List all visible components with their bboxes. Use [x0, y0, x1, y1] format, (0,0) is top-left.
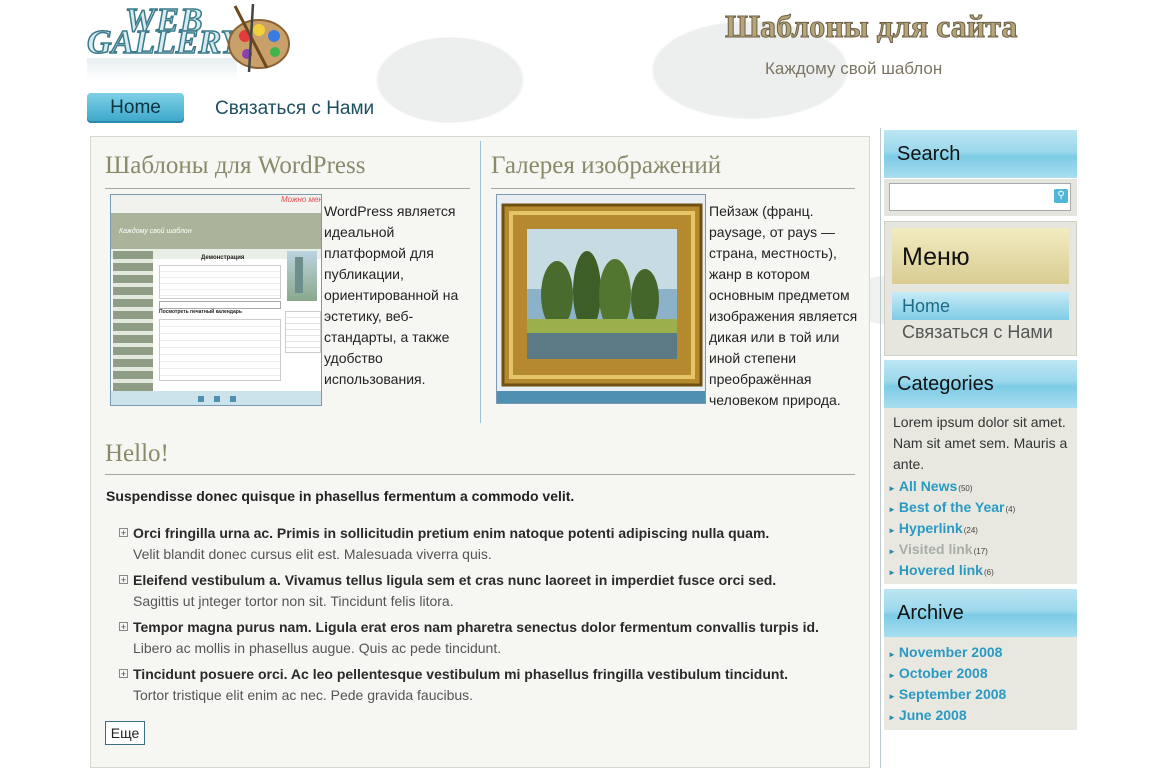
thumbnail-table-title: Демонстрация [201, 255, 245, 261]
archive-link[interactable]: ► September 2008 [888, 686, 1006, 702]
more-button[interactable]: Еще [105, 721, 145, 745]
plus-box-icon: + [119, 622, 128, 632]
nav-home-tab[interactable]: Home [87, 93, 184, 123]
archive-link[interactable]: ► October 2008 [888, 665, 988, 681]
category-link[interactable]: ► Best of the Year(4) [888, 499, 1015, 515]
gallery-slider-dots[interactable] [582, 393, 620, 399]
list-item-heading: Eleifend vestibulum a. Vivamus tellus li… [133, 572, 777, 588]
site-slogan: Каждому свой шаблон [765, 59, 943, 78]
arrow-right-icon: ► [888, 671, 896, 680]
gallery-description: Пейзаж (франц. paysage, от pays — страна… [709, 203, 858, 408]
menu-heading: Меню [892, 228, 1069, 284]
wordpress-slider-dots[interactable] [198, 396, 236, 402]
arrow-right-icon: ► [888, 713, 896, 722]
thumbnail-calendar-title: Посмотреть печатный календарь [159, 309, 242, 315]
search-icon[interactable]: ⚲ [1054, 189, 1068, 203]
archive-heading: Archive [884, 589, 1077, 637]
archive-link[interactable]: ► November 2008 [888, 644, 1002, 660]
arrow-right-icon: ► [888, 484, 896, 493]
arrow-right-icon: ► [888, 505, 896, 514]
palette-icon [228, 3, 290, 73]
arrow-right-icon: ► [888, 692, 896, 701]
sidebar-menu-home[interactable]: Home [892, 292, 1069, 320]
logo-reflection [87, 58, 237, 80]
plus-box-icon: + [119, 669, 128, 679]
hello-title-rule [105, 474, 855, 475]
arrow-right-icon: ► [888, 650, 896, 659]
thumbnail-handwritten-note: Можно менять [281, 195, 322, 204]
gallery-title-rule [491, 188, 855, 189]
thumbnail-header-text: Каждому свой шаблон [119, 228, 192, 235]
site-logo[interactable]: WEB GALLERY [86, 1, 299, 82]
wordpress-template-thumbnail[interactable]: Можно менять Каждому свой шаблон Демонст… [110, 194, 322, 406]
arrow-right-icon: ► [888, 568, 896, 577]
archive-link[interactable]: ► June 2008 [888, 707, 967, 723]
plus-box-icon: + [119, 528, 128, 538]
search-heading: Search [884, 130, 1077, 178]
sidebar-menu-contact[interactable]: Связаться с Нами [902, 322, 1053, 343]
category-link[interactable]: ► All News(50) [888, 478, 973, 494]
plus-box-icon: + [119, 575, 128, 585]
sidebar-divider [880, 128, 881, 768]
category-link[interactable]: ► Hyperlink(24) [888, 520, 978, 536]
gallery-painting-image[interactable] [496, 194, 706, 404]
logo-text-gallery: GALLERY [86, 23, 242, 62]
categories-heading: Categories [884, 360, 1077, 408]
list-item-subtext: Tortor tristique elit enim ac nec. Pede … [133, 687, 474, 703]
wordpress-title[interactable]: Шаблоны для WordPress [105, 152, 365, 180]
list-item-heading: Tempor magna purus nam. Ligula erat eros… [133, 619, 819, 635]
category-link[interactable]: ► Visited link(17) [888, 541, 988, 557]
column-divider [480, 141, 481, 423]
wordpress-title-rule [105, 188, 470, 189]
arrow-right-icon: ► [888, 526, 896, 535]
list-item-subtext: Libero ac mollis in phasellus augue. Qui… [133, 640, 502, 656]
categories-description: Lorem ipsum dolor sit amet. Nam sit amet… [893, 414, 1068, 472]
search-input[interactable] [889, 183, 1071, 211]
gallery-title[interactable]: Галерея изображений [491, 152, 721, 180]
framed-painting-illustration [497, 195, 705, 403]
list-item-subtext: Velit blandit donec cursus elit est. Mal… [133, 546, 492, 562]
list-item-heading: Orci fringilla urna ac. Primis in sollic… [133, 525, 770, 541]
hello-intro: Suspendisse donec quisque in phasellus f… [106, 488, 575, 504]
category-link[interactable]: ► Hovered link(6) [888, 562, 994, 578]
wordpress-description: WordPress является идеальной платформой … [324, 203, 459, 387]
nav-contact-tab[interactable]: Связаться с Нами [215, 94, 374, 124]
arrow-right-icon: ► [888, 547, 896, 556]
hello-title[interactable]: Hello! [105, 440, 169, 468]
list-item-subtext: Sagittis ut jnteger tortor non sit. Tinc… [133, 593, 454, 609]
site-title: Шаблоны для сайта [724, 8, 1018, 45]
list-item-heading: Tincidunt posuere orci. Ac leo pellentes… [133, 666, 788, 682]
